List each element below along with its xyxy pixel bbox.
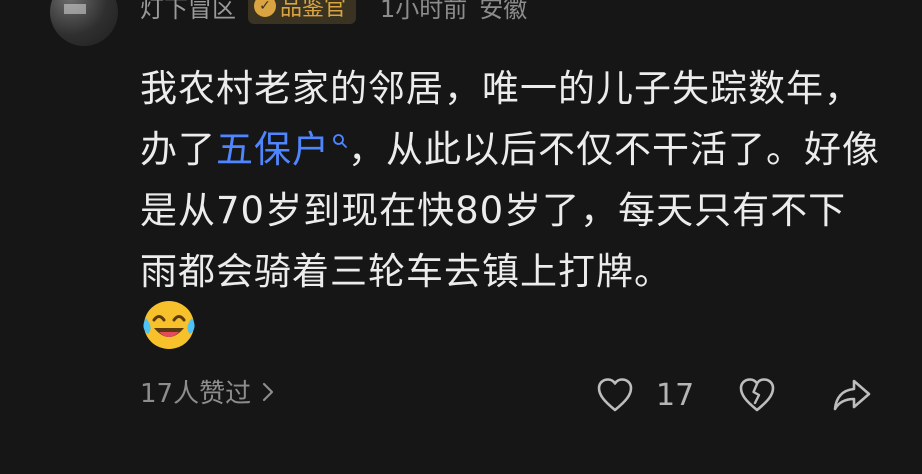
liked-by-text: 17人赞过 — [140, 379, 252, 409]
keyword-link[interactable]: 五保户 — [216, 128, 348, 171]
chevron-right-icon — [262, 382, 274, 401]
dislike-button[interactable] — [738, 373, 776, 417]
comment-time: 1小时前 — [380, 0, 468, 23]
laughing-crying-emoji — [143, 301, 195, 349]
like-button[interactable]: 17 — [596, 373, 694, 417]
author-name[interactable]: 灯下冒区 — [140, 0, 236, 24]
badge-label: 品鉴官 — [280, 0, 347, 21]
like-count: 17 — [656, 377, 695, 413]
comment-location: 安徽 — [479, 0, 528, 23]
share-arrow-icon — [833, 379, 871, 411]
share-button[interactable] — [832, 373, 872, 417]
comment-meta: 灯下冒区 ✓ 品鉴官 1小时前 安徽 — [140, 0, 527, 26]
liked-by-link[interactable]: 17人赞过 — [140, 373, 275, 410]
user-badge: ✓ 品鉴官 — [248, 0, 357, 24]
heart-outline-icon — [597, 378, 633, 412]
broken-heart-icon — [739, 378, 775, 412]
verified-icon: ✓ — [254, 0, 276, 17]
search-icon — [333, 133, 347, 148]
comment-card: 灯下冒区 ✓ 品鉴官 1小时前 安徽 我农村老家的邻居，唯一的儿子失踪数年，办了… — [0, 0, 922, 474]
comment-text: 我农村老家的邻居，唯一的儿子失踪数年，办了五保户 ，从此以后不仅不干活了。好像是从… — [140, 58, 880, 302]
avatar-image — [64, 4, 86, 14]
keyword-link-text: 五保户 — [216, 128, 330, 171]
avatar[interactable] — [50, 0, 118, 46]
